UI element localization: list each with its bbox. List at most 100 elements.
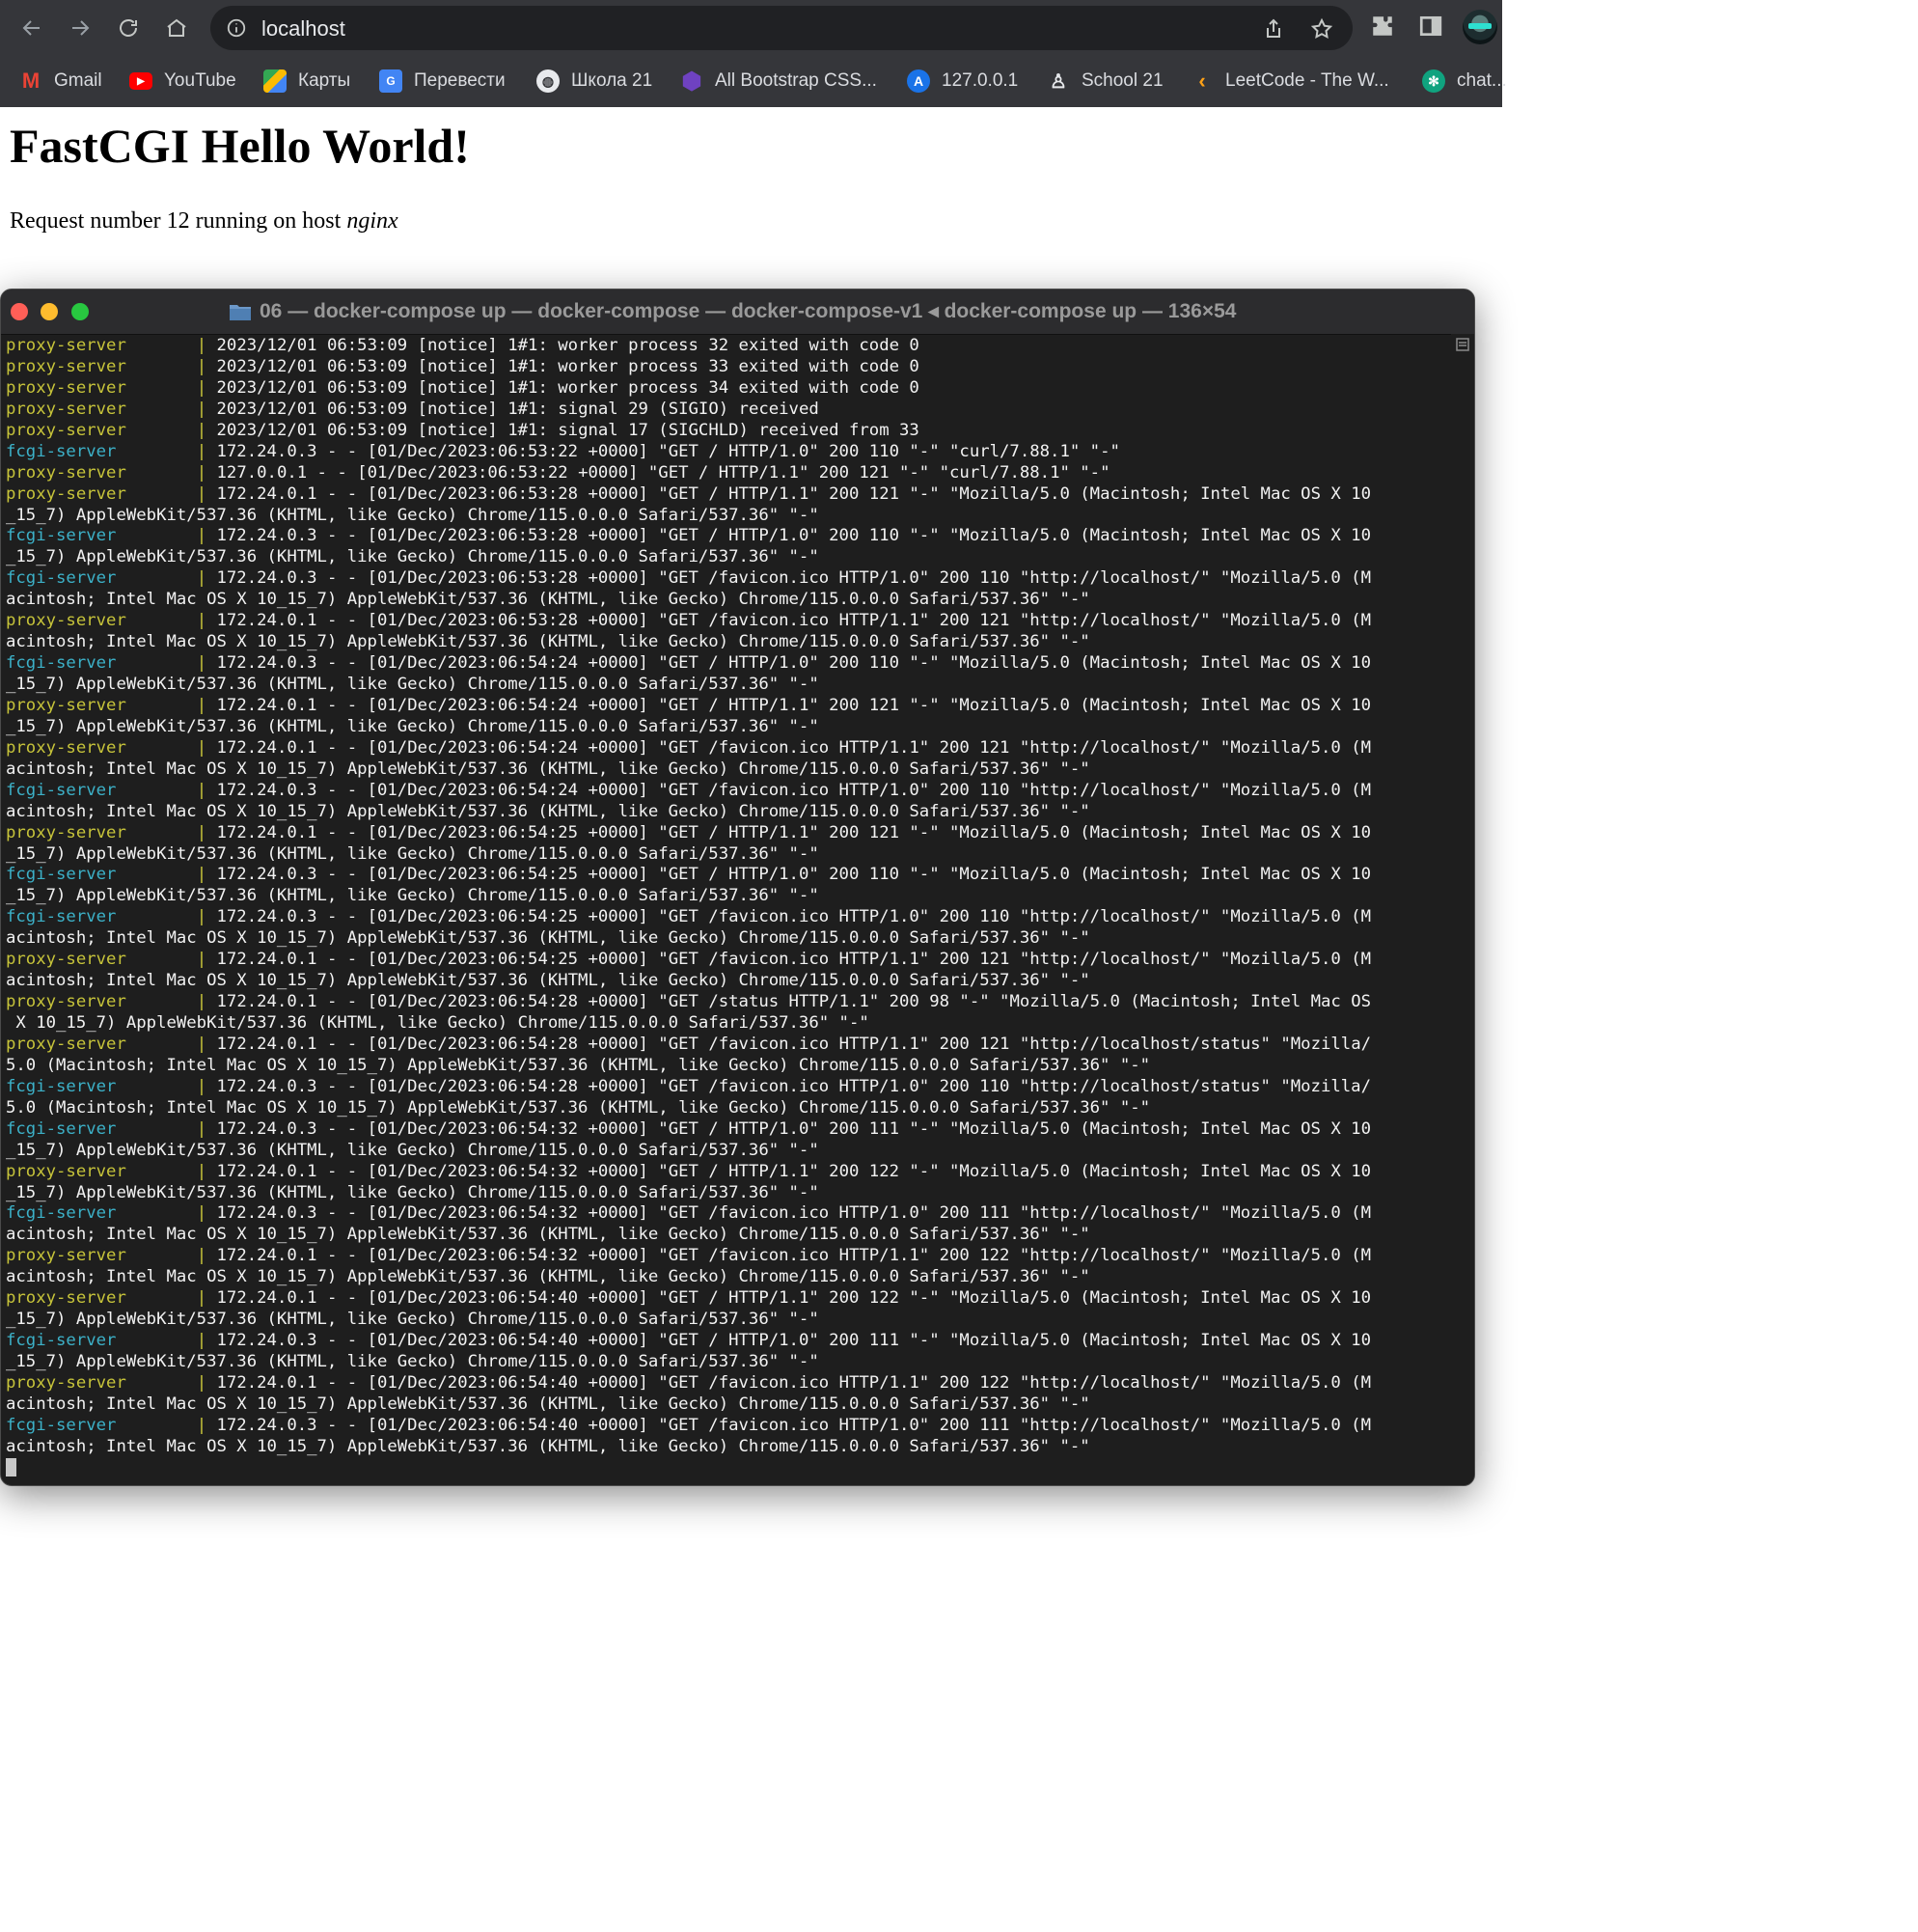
log-separator: | — [196, 737, 217, 758]
service-name: proxy-server — [6, 483, 126, 504]
log-separator: | — [196, 377, 217, 398]
terminal-line: acintosh; Intel Mac OS X 10_15_7) AppleW… — [6, 590, 1453, 611]
bookmark-school21-ru[interactable]: ◍ Школа 21 — [536, 68, 652, 95]
log-message: 172.24.0.3 - - [01/Dec/2023:06:54:40 +00… — [216, 1331, 1371, 1351]
log-message: 172.24.0.3 - - [01/Dec/2023:06:54:32 +00… — [216, 1118, 1371, 1139]
translate-icon: G — [379, 69, 402, 93]
bookmark-gmail[interactable]: M Gmail — [19, 68, 102, 95]
terminal-line: proxy-server | 172.24.0.1 - - [01/Dec/20… — [6, 1288, 1453, 1310]
bookmark-translate[interactable]: G Перевести — [379, 68, 506, 95]
log-message: acintosh; Intel Mac OS X 10_15_7) AppleW… — [6, 928, 1090, 949]
bookmark-leetcode[interactable]: ‹ LeetCode - The W... — [1191, 68, 1388, 95]
column-padding — [116, 781, 196, 800]
bookmark-label: All Bootstrap CSS... — [715, 70, 877, 91]
terminal-title-bar[interactable]: 06 — docker-compose up — docker-compose … — [1, 290, 1474, 335]
column-padding — [126, 1162, 197, 1181]
url-text[interactable]: localhost — [261, 16, 345, 41]
log-message: 172.24.0.1 - - [01/Dec/2023:06:54:40 +00… — [216, 1372, 1371, 1393]
bookmark-maps[interactable]: Карты — [263, 68, 350, 95]
log-message: 172.24.0.3 - - [01/Dec/2023:06:53:28 +00… — [216, 568, 1371, 589]
service-name: fcgi-server — [6, 441, 117, 461]
terminal-line: fcgi-server | 172.24.0.3 - - [01/Dec/202… — [6, 907, 1453, 928]
service-name: fcgi-server — [6, 653, 117, 674]
bookmark-star-icon[interactable] — [1310, 17, 1333, 41]
school-icon: ♙ — [1050, 70, 1067, 93]
column-padding — [126, 611, 197, 630]
bookmark-chatgpt[interactable]: ✻ chat... — [1422, 68, 1507, 95]
log-message: _15_7) AppleWebKit/537.36 (KHTML, like G… — [6, 1352, 819, 1371]
log-message: 172.24.0.1 - - [01/Dec/2023:06:54:28 +00… — [216, 1034, 1371, 1054]
log-message: _15_7) AppleWebKit/537.36 (KHTML, like G… — [6, 547, 819, 567]
log-message: 172.24.0.1 - - [01/Dec/2023:06:54:24 +00… — [216, 737, 1371, 758]
bookmark-label: chat... — [1457, 70, 1507, 91]
profile-avatar[interactable] — [1463, 10, 1497, 44]
service-name: fcgi-server — [6, 1076, 117, 1096]
log-message: acintosh; Intel Mac OS X 10_15_7) AppleW… — [6, 632, 1090, 652]
column-padding — [126, 463, 197, 483]
terminal-line: acintosh; Intel Mac OS X 10_15_7) AppleW… — [6, 1225, 1453, 1246]
service-name: proxy-server — [6, 356, 126, 376]
log-separator: | — [196, 1331, 217, 1351]
column-padding — [126, 378, 197, 398]
bookmark-school21[interactable]: ♙ School 21 — [1047, 68, 1163, 95]
reload-button[interactable] — [112, 12, 145, 44]
bookmark-localhost-ip[interactable]: A 127.0.0.1 — [907, 68, 1018, 95]
terminal-line: proxy-server | 172.24.0.1 - - [01/Dec/20… — [6, 950, 1453, 971]
close-window-button[interactable] — [11, 303, 28, 320]
request-info: Request number 12 running on host nginx — [10, 208, 398, 235]
service-name: fcgi-server — [6, 780, 117, 800]
log-message: acintosh; Intel Mac OS X 10_15_7) AppleW… — [6, 971, 1090, 991]
minimize-window-button[interactable] — [41, 303, 58, 320]
bookmark-label: 127.0.0.1 — [942, 70, 1019, 91]
service-name: proxy-server — [6, 1288, 126, 1309]
log-message: 172.24.0.1 - - [01/Dec/2023:06:54:25 +00… — [216, 822, 1371, 842]
page-heading: FastCGI Hello World! — [10, 119, 470, 173]
terminal-line: acintosh; Intel Mac OS X 10_15_7) AppleW… — [6, 1394, 1453, 1416]
terminal-line: acintosh; Intel Mac OS X 10_15_7) AppleW… — [6, 1437, 1453, 1458]
log-message: 172.24.0.1 - - [01/Dec/2023:06:53:28 +00… — [216, 611, 1371, 631]
terminal-output[interactable]: proxy-server | 2023/12/01 06:53:09 [noti… — [6, 336, 1453, 1479]
terminal-line: _15_7) AppleWebKit/537.36 (KHTML, like G… — [6, 886, 1453, 907]
log-message: 172.24.0.3 - - [01/Dec/2023:06:54:25 +00… — [216, 907, 1371, 927]
column-padding — [126, 357, 197, 376]
log-message: acintosh; Intel Mac OS X 10_15_7) AppleW… — [6, 801, 1090, 821]
service-name: fcgi-server — [6, 568, 117, 589]
bookmark-bootstrap[interactable]: ⬢ All Bootstrap CSS... — [680, 68, 877, 95]
scrollbar-menu-icon[interactable] — [1456, 338, 1469, 351]
back-button[interactable] — [15, 12, 48, 44]
maps-icon — [263, 69, 287, 93]
terminal-line: fcgi-server | 172.24.0.3 - - [01/Dec/202… — [6, 442, 1453, 463]
terminal-line: fcgi-server | 172.24.0.3 - - [01/Dec/202… — [6, 1416, 1453, 1437]
column-padding — [116, 568, 196, 588]
extensions-icon[interactable] — [1370, 14, 1395, 39]
column-padding — [126, 400, 197, 419]
folder-icon — [230, 304, 251, 320]
column-padding — [126, 336, 197, 355]
column-padding — [126, 1246, 197, 1265]
log-separator: | — [196, 1372, 217, 1393]
info-icon[interactable] — [226, 17, 247, 39]
log-message: _15_7) AppleWebKit/537.36 (KHTML, like G… — [6, 843, 819, 864]
terminal-window[interactable]: 06 — docker-compose up — docker-compose … — [0, 289, 1475, 1486]
bookmark-youtube[interactable]: ▶ YouTube — [129, 68, 236, 95]
share-icon[interactable] — [1262, 17, 1285, 41]
terminal-line: fcgi-server | 172.24.0.3 - - [01/Dec/202… — [6, 1203, 1453, 1225]
bookmark-label: YouTube — [164, 70, 236, 91]
zoom-window-button[interactable] — [71, 303, 89, 320]
log-message: 2023/12/01 06:53:09 [notice] 1#1: signal… — [216, 399, 819, 419]
column-padding — [126, 484, 197, 504]
home-button[interactable] — [160, 12, 193, 44]
log-message: 127.0.0.1 - - [01/Dec/2023:06:53:22 +000… — [216, 462, 1110, 483]
log-message: _15_7) AppleWebKit/537.36 (KHTML, like G… — [6, 505, 819, 525]
forward-button[interactable] — [64, 12, 96, 44]
arrow-right-icon — [72, 20, 90, 36]
address-bar[interactable]: localhost — [210, 6, 1353, 50]
bookmark-label: Перевести — [414, 70, 506, 91]
column-padding — [126, 738, 197, 758]
side-panel-icon[interactable] — [1418, 14, 1443, 39]
log-message: acintosh; Intel Mac OS X 10_15_7) AppleW… — [6, 1225, 1090, 1245]
terminal-line: proxy-server | 2023/12/01 06:53:09 [noti… — [6, 357, 1453, 378]
service-name: fcgi-server — [6, 1331, 117, 1351]
terminal-scrollbar[interactable] — [1451, 334, 1474, 1485]
column-padding — [116, 442, 196, 461]
